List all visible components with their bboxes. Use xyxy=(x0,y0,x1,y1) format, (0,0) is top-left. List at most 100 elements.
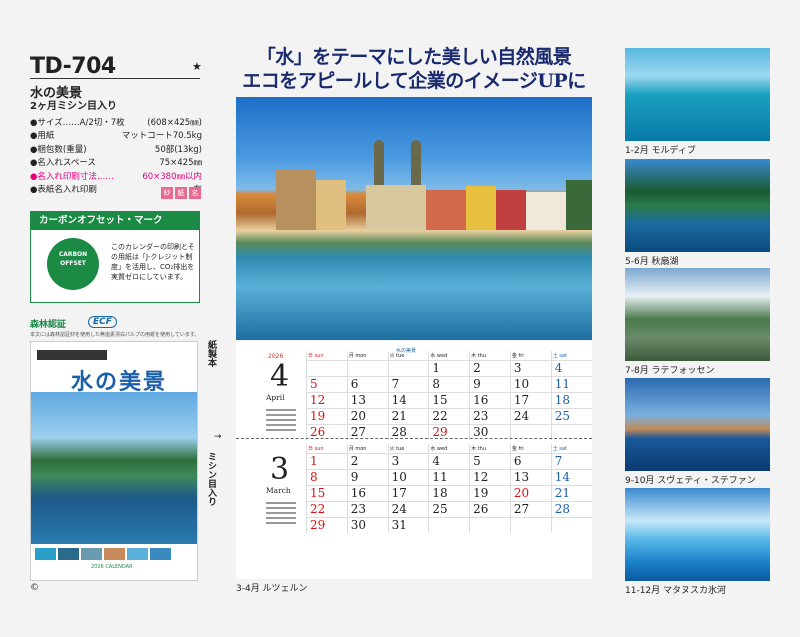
day-cell: 12 xyxy=(306,391,348,408)
day-cell: 28 xyxy=(550,500,592,517)
ecf-logo-icon: ECF xyxy=(88,316,117,328)
product-subtitle: 2ヶ月ミシン目入り xyxy=(30,101,117,112)
day-cell: 8 xyxy=(306,468,348,485)
weekday-header: 木 thu xyxy=(469,351,511,360)
day-cell xyxy=(509,516,552,533)
day-cell: 21 xyxy=(387,407,429,424)
day-cell: 6 xyxy=(346,375,389,392)
day-cell: 13 xyxy=(346,391,389,408)
spec-value: マットコート70.5kg xyxy=(121,131,202,142)
weekday-header: 月 mon xyxy=(346,444,389,453)
copyright: © xyxy=(30,583,39,593)
perforation-line xyxy=(236,438,592,439)
day-cell: 7 xyxy=(550,452,592,469)
weekday-header: 金 fri xyxy=(509,444,552,453)
cover-calendar-label: 2026 CALENDAR xyxy=(91,564,133,570)
day-cell: 3 xyxy=(509,359,552,376)
weekday-header: 金 fri xyxy=(509,351,552,360)
day-cell: 14 xyxy=(387,391,429,408)
thumb-5: 11-12月 マタヌスカ氷河 xyxy=(625,488,770,596)
day-cell: 16 xyxy=(346,484,389,501)
day-cell: 24 xyxy=(387,500,429,517)
weekday-header: 月 mon xyxy=(346,351,389,360)
day-cell: 22 xyxy=(306,500,348,517)
day-cell: 26 xyxy=(469,500,511,517)
day-cell xyxy=(387,359,429,376)
weekday-header: 水 wed xyxy=(428,351,470,360)
day-cell: 22 xyxy=(428,407,470,424)
spec-key: ●名入れスペース xyxy=(30,158,96,169)
forest-certification-label: 森林認証 xyxy=(30,320,67,330)
weekday-header: 日 sun xyxy=(306,351,348,360)
day-cell: 29 xyxy=(306,516,348,533)
day-cell: 5 xyxy=(469,452,511,469)
thumb-photo xyxy=(625,268,770,361)
thumb-photo xyxy=(625,48,770,141)
day-cell xyxy=(306,359,348,376)
day-cell: 25 xyxy=(428,500,470,517)
day-cell: 1 xyxy=(428,359,470,376)
day-cell: 2 xyxy=(469,359,511,376)
weekday-header: 水 wed xyxy=(428,444,470,453)
day-cell: 27 xyxy=(509,500,552,517)
day-cell: 30 xyxy=(346,516,389,533)
main-photo xyxy=(236,97,592,340)
weekday-header: 火 tue xyxy=(387,444,429,453)
thumb-caption: 1-2月 モルディブ xyxy=(625,146,696,156)
day-cell: 18 xyxy=(550,391,592,408)
spec-key: ●サイズ……A/2切・7枚 xyxy=(30,118,125,128)
day-cell: 18 xyxy=(428,484,470,501)
day-cell: 17 xyxy=(387,484,429,501)
headline-line-1: 「水」をテーマにした美しい自然風景 xyxy=(256,46,572,68)
badge-row: 紗紙名 xyxy=(161,187,201,199)
carbon-offset-box: カーボンオフセット・マーク CARBON OFFSET このカレンダーの印刷とそ… xyxy=(30,211,200,303)
spec-item: ●用紙 マットコート70.5kg xyxy=(30,130,202,143)
cover-thumbnails xyxy=(35,548,171,560)
month-grid: 日 sun 月 mon 火 tue 水 wed 木 thu 金 fri 土 sat 1 2 3 4 5… xyxy=(306,444,592,533)
spec-key: ●名入れ印刷寸法…… xyxy=(30,171,114,182)
main-photo-caption: 3-4月 ルツェルン xyxy=(236,584,308,594)
day-cell: 19 xyxy=(469,484,511,501)
divider xyxy=(30,78,200,79)
spec-item: ●名入れスペース 75×425㎜ xyxy=(30,157,202,170)
month-grid: 日 sun 月 mon 火 tue 水 wed 木 thu 金 fri 土 sat 1 2 3 4 5… xyxy=(306,351,592,440)
day-cell: 15 xyxy=(306,484,348,501)
thumb-caption: 5-6月 秋扇湖 xyxy=(625,257,679,267)
spec-value: 60×380㎜以内 xyxy=(142,171,202,182)
day-cell xyxy=(469,516,511,533)
day-cell: 14 xyxy=(550,468,592,485)
headline-line-2: エコをアピールして企業のイメージUPに xyxy=(242,70,586,92)
day-cell: 9 xyxy=(469,375,511,392)
day-cell: 5 xyxy=(306,375,348,392)
day-cell: 1 xyxy=(306,452,348,469)
day-cell xyxy=(550,516,592,533)
spec-item: ●名入れ印刷寸法…… 60×380㎜以内 xyxy=(30,171,202,184)
day-cell: 23 xyxy=(346,500,389,517)
feature-badge: 紙 xyxy=(175,187,187,199)
perforation-label: ミシン目入り xyxy=(206,452,216,506)
day-cell: 15 xyxy=(428,391,470,408)
day-cell: 4 xyxy=(428,452,470,469)
day-cell: 25 xyxy=(550,407,592,424)
day-cell: 12 xyxy=(469,468,511,485)
day-cell: 7 xyxy=(387,375,429,392)
month-name: March xyxy=(266,486,291,495)
spec-list: ●サイズ……A/2切・7枚 (608×425㎜) ●用紙 マットコート70.5kg ●梱… xyxy=(30,117,202,197)
arrow-icon: → xyxy=(214,432,222,442)
star-icon: ★ xyxy=(192,60,202,73)
day-cell: 8 xyxy=(428,375,470,392)
day-cell: 10 xyxy=(387,468,429,485)
day-cell: 9 xyxy=(346,468,389,485)
day-cell xyxy=(346,359,389,376)
spec-value: 75×425㎜ xyxy=(159,158,202,169)
day-cell: 6 xyxy=(509,452,552,469)
thumb-3: 7-8月 ラテフォッセン xyxy=(625,268,770,376)
thumb-1: 1-2月 モルディブ xyxy=(625,48,770,156)
thumb-caption: 7-8月 ラテフォッセン xyxy=(625,366,715,376)
spec-key: ●梱包数(重量) xyxy=(30,144,87,155)
spec-value: (608×425㎜) xyxy=(147,118,202,128)
month-number: 4 xyxy=(270,359,290,394)
holiday-notes xyxy=(266,502,304,527)
forest-note: 本文には森林認証材を使用した無塩素漂白パルプの用紙を使用しています。 xyxy=(30,332,200,338)
carbon-offset-text: このカレンダーの印刷とその用紙は「J-クレジット制度」を活用し、CO₂排出を実質… xyxy=(111,243,195,281)
